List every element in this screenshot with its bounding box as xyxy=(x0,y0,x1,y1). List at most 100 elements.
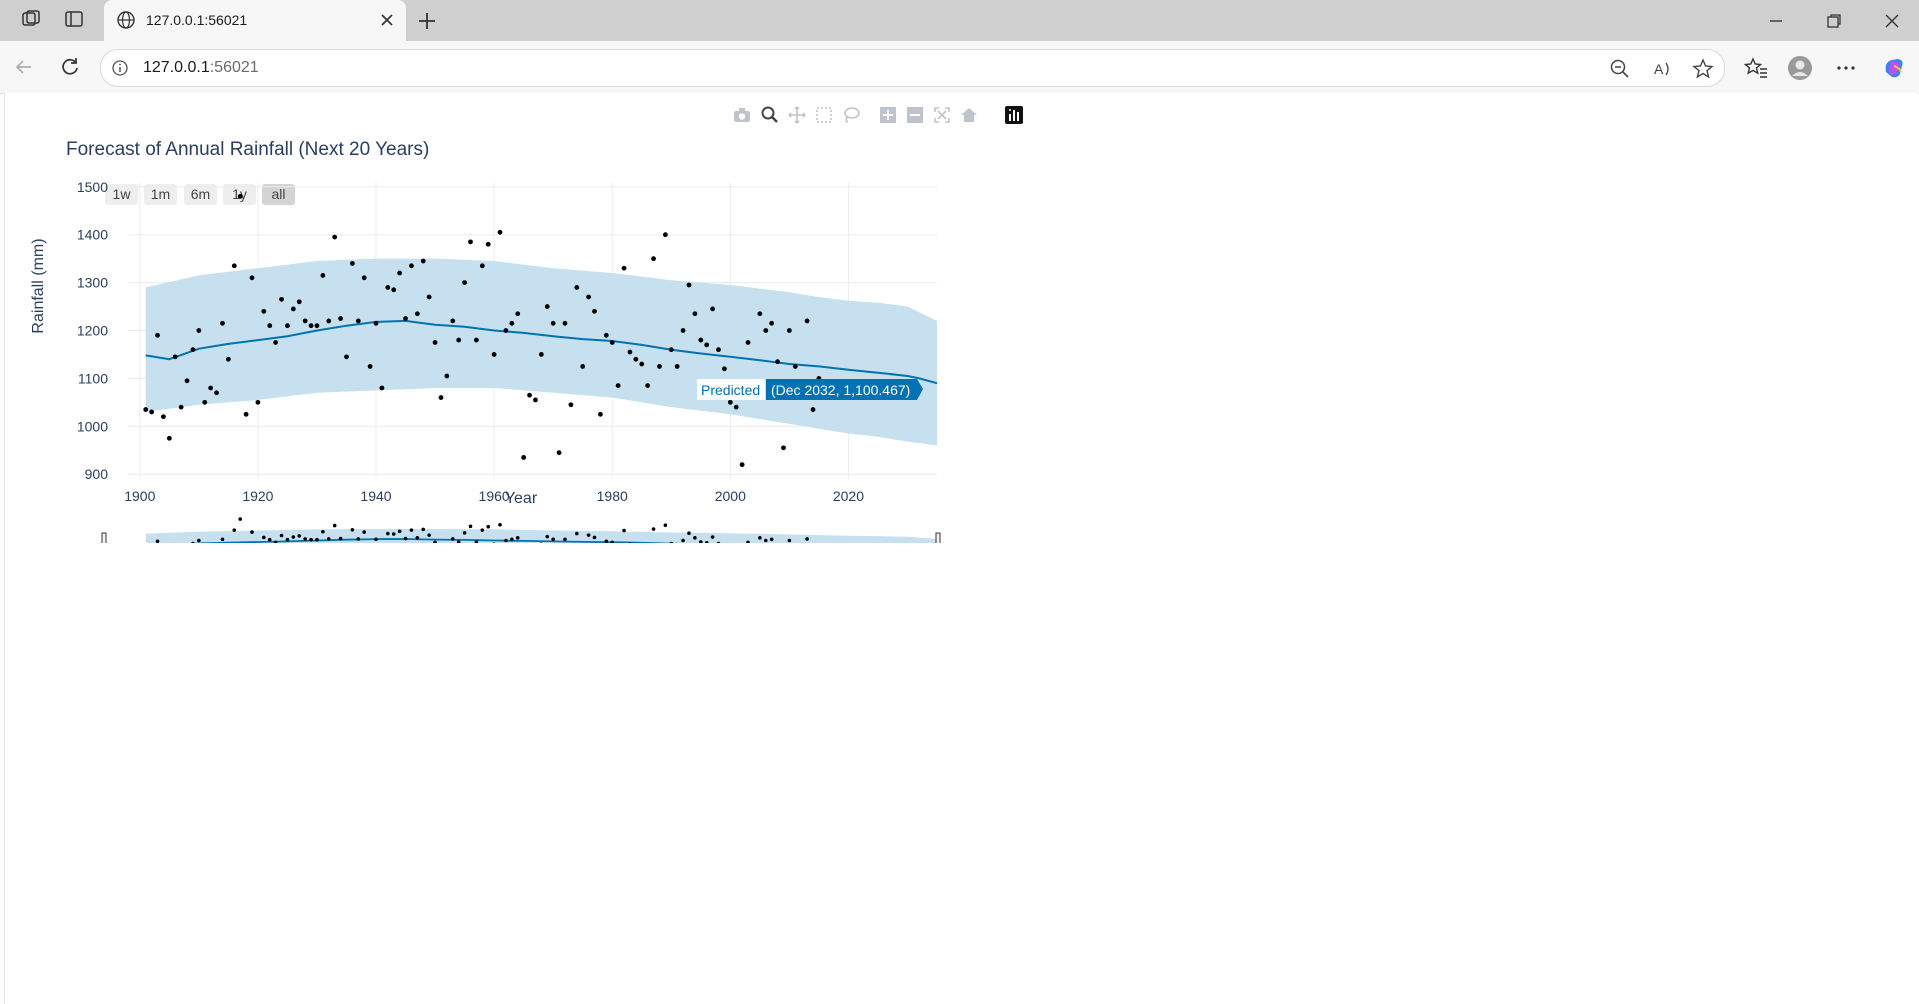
actual-data-point[interactable] xyxy=(361,275,367,281)
actual-data-point[interactable] xyxy=(509,320,515,326)
actual-data-point[interactable] xyxy=(338,316,343,321)
actual-data-point[interactable] xyxy=(243,411,249,417)
actual-data-point[interactable] xyxy=(155,332,160,338)
actual-data-point[interactable] xyxy=(320,273,326,278)
actual-data-point[interactable] xyxy=(178,404,184,410)
actual-data-point[interactable] xyxy=(474,337,479,343)
actual-data-point[interactable] xyxy=(261,308,267,314)
actual-data-point[interactable] xyxy=(627,349,633,355)
actual-data-point[interactable] xyxy=(161,414,166,420)
actual-data-point[interactable] xyxy=(792,364,798,369)
actual-data-point[interactable] xyxy=(420,258,426,264)
actual-data-point[interactable] xyxy=(196,328,202,333)
actual-data-point[interactable] xyxy=(680,328,686,333)
actual-data-point[interactable] xyxy=(172,354,178,360)
actual-data-point[interactable] xyxy=(550,320,556,326)
actual-data-point[interactable] xyxy=(166,435,172,441)
actual-data-point[interactable] xyxy=(603,332,609,338)
actual-data-point[interactable] xyxy=(521,455,527,460)
actual-data-point[interactable] xyxy=(533,397,538,403)
back-icon[interactable] xyxy=(11,54,37,80)
actual-data-point[interactable] xyxy=(556,450,562,456)
actual-data-point[interactable] xyxy=(190,347,196,353)
actual-data-point[interactable] xyxy=(710,306,716,312)
actual-data-point[interactable] xyxy=(202,399,208,405)
actual-data-point[interactable] xyxy=(273,340,279,345)
actual-data-point[interactable] xyxy=(810,407,816,412)
profile-icon[interactable] xyxy=(1786,54,1814,82)
actual-data-point[interactable] xyxy=(426,294,432,300)
actual-data-point[interactable] xyxy=(722,366,727,372)
actual-data-point[interactable] xyxy=(668,347,674,353)
actual-data-point[interactable] xyxy=(786,328,792,333)
actual-data-point[interactable] xyxy=(367,364,373,369)
actual-data-point[interactable] xyxy=(308,323,314,329)
favorite-icon[interactable] xyxy=(1691,57,1715,81)
tab-actions-icon[interactable] xyxy=(63,8,85,30)
range-slider[interactable] xyxy=(101,517,941,543)
refresh-icon[interactable] xyxy=(57,54,83,80)
actual-data-point[interactable] xyxy=(285,323,290,329)
actual-data-point[interactable] xyxy=(745,340,751,345)
actual-data-point[interactable] xyxy=(769,320,775,326)
actual-data-point[interactable] xyxy=(208,385,214,391)
zoom-out-icon[interactable] xyxy=(1608,57,1632,81)
actual-data-point[interactable] xyxy=(491,352,497,357)
rangeslider-left-handle[interactable] xyxy=(101,532,107,543)
actual-data-point[interactable] xyxy=(704,342,710,348)
workspaces-icon[interactable] xyxy=(20,8,42,30)
actual-data-point[interactable] xyxy=(267,323,273,329)
actual-data-point[interactable] xyxy=(344,354,349,360)
minimize-icon[interactable] xyxy=(1763,8,1789,34)
actual-data-point[interactable] xyxy=(279,296,284,302)
actual-data-point[interactable] xyxy=(503,328,509,333)
actual-data-point[interactable] xyxy=(214,390,219,396)
address-bar[interactable]: 127.0.0.1:56021 A xyxy=(100,49,1725,87)
actual-data-point[interactable] xyxy=(149,409,155,415)
actual-data-point[interactable] xyxy=(332,234,338,240)
actual-data-point[interactable] xyxy=(403,316,408,321)
actual-data-point[interactable] xyxy=(302,318,308,324)
actual-data-point[interactable] xyxy=(468,239,473,245)
actual-data-point[interactable] xyxy=(615,383,621,388)
close-tab-icon[interactable] xyxy=(376,9,398,31)
more-icon[interactable] xyxy=(1832,54,1860,82)
actual-data-point[interactable] xyxy=(255,399,261,405)
actual-data-point[interactable] xyxy=(237,193,243,199)
actual-data-point[interactable] xyxy=(739,462,745,468)
actual-data-point[interactable] xyxy=(296,299,302,305)
actual-data-point[interactable] xyxy=(143,407,149,412)
actual-data-point[interactable] xyxy=(538,352,544,357)
rangeslider-right-handle[interactable] xyxy=(935,532,941,543)
actual-data-point[interactable] xyxy=(184,378,190,384)
info-icon[interactable] xyxy=(111,59,129,77)
actual-data-point[interactable] xyxy=(456,337,462,343)
plotly-logo-icon[interactable] xyxy=(1004,105,1024,125)
close-window-icon[interactable] xyxy=(1879,8,1905,34)
actual-data-point[interactable] xyxy=(220,320,225,326)
actual-data-point[interactable] xyxy=(497,229,503,235)
actual-data-point[interactable] xyxy=(804,318,810,324)
actual-data-point[interactable] xyxy=(544,304,550,309)
read-aloud-icon[interactable]: A xyxy=(1651,57,1675,81)
actual-data-point[interactable] xyxy=(391,287,397,293)
actual-data-point[interactable] xyxy=(290,306,296,312)
actual-data-point[interactable] xyxy=(349,261,355,266)
actual-data-point[interactable] xyxy=(775,359,780,365)
actual-data-point[interactable] xyxy=(727,399,733,405)
actual-data-point[interactable] xyxy=(598,411,603,417)
actual-data-point[interactable] xyxy=(326,318,332,324)
actual-data-point[interactable] xyxy=(686,282,692,288)
actual-data-point[interactable] xyxy=(645,383,651,388)
actual-data-point[interactable] xyxy=(515,311,521,317)
actual-data-point[interactable] xyxy=(662,232,668,238)
actual-data-point[interactable] xyxy=(231,263,237,269)
actual-data-point[interactable] xyxy=(314,323,320,329)
actual-data-point[interactable] xyxy=(225,356,231,362)
forecast-chart[interactable]: 900 1000 1100 1200 1300 1400 1500 1900 1920 1940 1… xyxy=(5,93,1005,543)
actual-data-point[interactable] xyxy=(432,340,438,345)
actual-data-point[interactable] xyxy=(592,308,597,314)
actual-data-point[interactable] xyxy=(574,284,580,290)
actual-data-point[interactable] xyxy=(355,318,361,324)
actual-data-point[interactable] xyxy=(716,347,721,353)
